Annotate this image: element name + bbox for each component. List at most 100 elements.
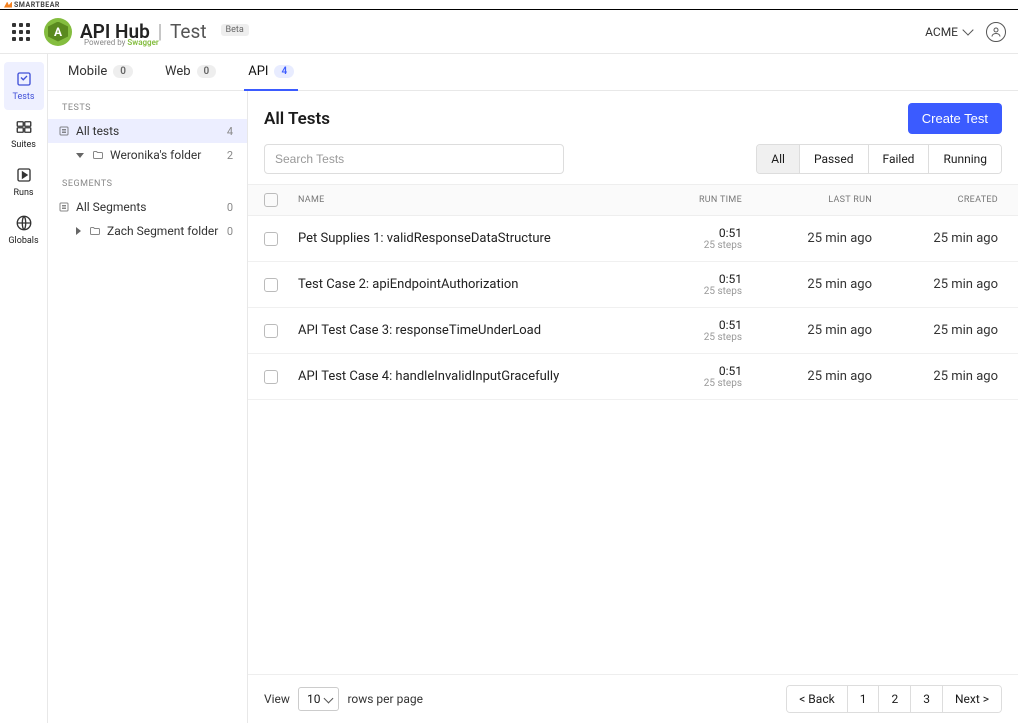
page-1[interactable]: 1: [848, 686, 880, 712]
suites-icon: [15, 118, 33, 136]
tab-web[interactable]: Web 0: [161, 64, 220, 91]
tree-panel: TESTS All tests 4 Weronika's folder 2 SE…: [48, 91, 248, 723]
col-name[interactable]: NAME: [294, 195, 632, 205]
tab-api[interactable]: API4: [244, 64, 298, 91]
product-logo-icon: A: [44, 18, 72, 46]
tree-folder-zach-label: Zach Segment folder: [107, 224, 218, 238]
nav-suites[interactable]: Suites: [4, 110, 44, 158]
row-created: 25 min ago: [872, 323, 1002, 338]
runs-icon: [15, 166, 33, 184]
row-checkbox[interactable]: [264, 232, 278, 246]
row-lastrun: 25 min ago: [742, 231, 872, 246]
filter-passed[interactable]: Passed: [800, 145, 869, 173]
list-icon: [58, 201, 70, 213]
tree-folder-zach-count: 0: [227, 225, 237, 238]
nav-runs[interactable]: Runs: [4, 158, 44, 206]
folder-icon: [92, 149, 104, 161]
filter-failed[interactable]: Failed: [869, 145, 930, 173]
domain-tabs: Mobile0 Web 0 API4: [48, 54, 1018, 91]
row-runtime: 0:5125 steps: [632, 318, 742, 343]
user-avatar[interactable]: [986, 22, 1006, 42]
smartbear-text: SMARTBEAR: [14, 1, 60, 9]
tab-api-label: API: [248, 64, 268, 79]
chevron-down-icon: [76, 153, 84, 158]
create-test-button[interactable]: Create Test: [908, 103, 1002, 134]
nav-tests[interactable]: Tests: [4, 62, 44, 110]
apps-grid-icon[interactable]: [12, 23, 30, 41]
col-runtime[interactable]: RUN TIME: [632, 195, 742, 205]
nav-runs-label: Runs: [13, 188, 33, 198]
row-created: 25 min ago: [872, 231, 1002, 246]
chevron-right-icon: [76, 227, 81, 235]
brand-section: Test: [170, 20, 207, 43]
org-name: ACME: [925, 25, 958, 39]
page-3[interactable]: 3: [911, 686, 943, 712]
tree-all-segments-label: All Segments: [76, 200, 147, 214]
beta-badge: Beta: [221, 24, 249, 36]
row-checkbox[interactable]: [264, 324, 278, 338]
table-body: Pet Supplies 1: validResponseDataStructu…: [248, 216, 1018, 400]
org-switcher[interactable]: ACME: [925, 25, 972, 39]
app-header: A API Hub | Test Beta Powered by Swagger…: [0, 10, 1018, 54]
globals-icon: [15, 214, 33, 232]
table-row[interactable]: API Test Case 3: responseTimeUnderLoad0:…: [248, 308, 1018, 354]
row-lastrun: 25 min ago: [742, 277, 872, 292]
row-checkbox[interactable]: [264, 370, 278, 384]
nav-globals-label: Globals: [8, 236, 38, 246]
col-lastrun[interactable]: LAST RUN: [742, 195, 872, 205]
smartbear-logo-icon: [4, 2, 12, 8]
left-nav: Tests Suites Runs Globals: [0, 54, 48, 723]
row-lastrun: 25 min ago: [742, 323, 872, 338]
tab-web-count: 0: [197, 65, 217, 78]
select-all-checkbox[interactable]: [264, 193, 278, 207]
row-name: Test Case 2: apiEndpointAuthorization: [294, 277, 632, 292]
powered-by: Powered by Swagger: [84, 38, 159, 47]
tree-folder-weronika-count: 2: [227, 149, 237, 162]
pagination: < Back 1 2 3 Next >: [786, 685, 1002, 713]
tests-section-header: TESTS: [48, 91, 247, 119]
table-row[interactable]: API Test Case 4: handleInvalidInputGrace…: [248, 354, 1018, 400]
tree-all-tests[interactable]: All tests 4: [48, 119, 247, 143]
row-checkbox[interactable]: [264, 278, 278, 292]
table-header: NAME RUN TIME LAST RUN CREATED: [248, 184, 1018, 216]
page-next[interactable]: Next >: [943, 686, 1001, 712]
tests-icon: [15, 70, 33, 88]
product-logo-letter: A: [54, 25, 62, 39]
row-runtime: 0:5125 steps: [632, 226, 742, 251]
tree-all-segments[interactable]: All Segments 0: [48, 195, 247, 219]
row-name: Pet Supplies 1: validResponseDataStructu…: [294, 231, 632, 246]
tree-folder-weronika[interactable]: Weronika's folder 2: [48, 143, 247, 167]
search-input[interactable]: [264, 144, 564, 174]
rows-per-page-value: 10: [307, 692, 321, 706]
page-title: All Tests: [264, 109, 330, 129]
row-created: 25 min ago: [872, 277, 1002, 292]
tree-all-segments-count: 0: [227, 201, 237, 214]
main-content: All Tests Create Test All Passed Failed …: [248, 91, 1018, 723]
tab-mobile-count: 0: [113, 65, 133, 78]
tab-mobile[interactable]: Mobile0: [64, 64, 137, 91]
nav-tests-label: Tests: [13, 92, 35, 102]
filter-running[interactable]: Running: [929, 145, 1001, 173]
folder-icon: [89, 225, 101, 237]
tree-folder-zach[interactable]: Zach Segment folder 0: [48, 219, 247, 243]
row-runtime: 0:5125 steps: [632, 364, 742, 389]
rows-suffix: rows per page: [347, 692, 423, 706]
tab-web-label: Web: [165, 64, 191, 79]
nav-suites-label: Suites: [11, 140, 36, 150]
col-created[interactable]: CREATED: [872, 195, 1002, 205]
segments-section-header: SEGMENTS: [48, 167, 247, 195]
filter-all[interactable]: All: [757, 145, 800, 173]
table-footer: View 10 rows per page < Back 1 2 3 Next …: [248, 674, 1018, 723]
tree-folder-weronika-label: Weronika's folder: [110, 148, 201, 162]
page-back[interactable]: < Back: [787, 686, 847, 712]
tree-all-tests-count: 4: [227, 125, 237, 138]
table-row[interactable]: Pet Supplies 1: validResponseDataStructu…: [248, 216, 1018, 262]
smartbear-strip: SMARTBEAR: [0, 0, 1018, 10]
row-runtime: 0:5125 steps: [632, 272, 742, 297]
table-row[interactable]: Test Case 2: apiEndpointAuthorization0:5…: [248, 262, 1018, 308]
tree-all-tests-label: All tests: [76, 124, 119, 138]
row-created: 25 min ago: [872, 369, 1002, 384]
rows-per-page-select[interactable]: 10: [298, 687, 340, 711]
nav-globals[interactable]: Globals: [4, 206, 44, 254]
page-2[interactable]: 2: [879, 686, 911, 712]
